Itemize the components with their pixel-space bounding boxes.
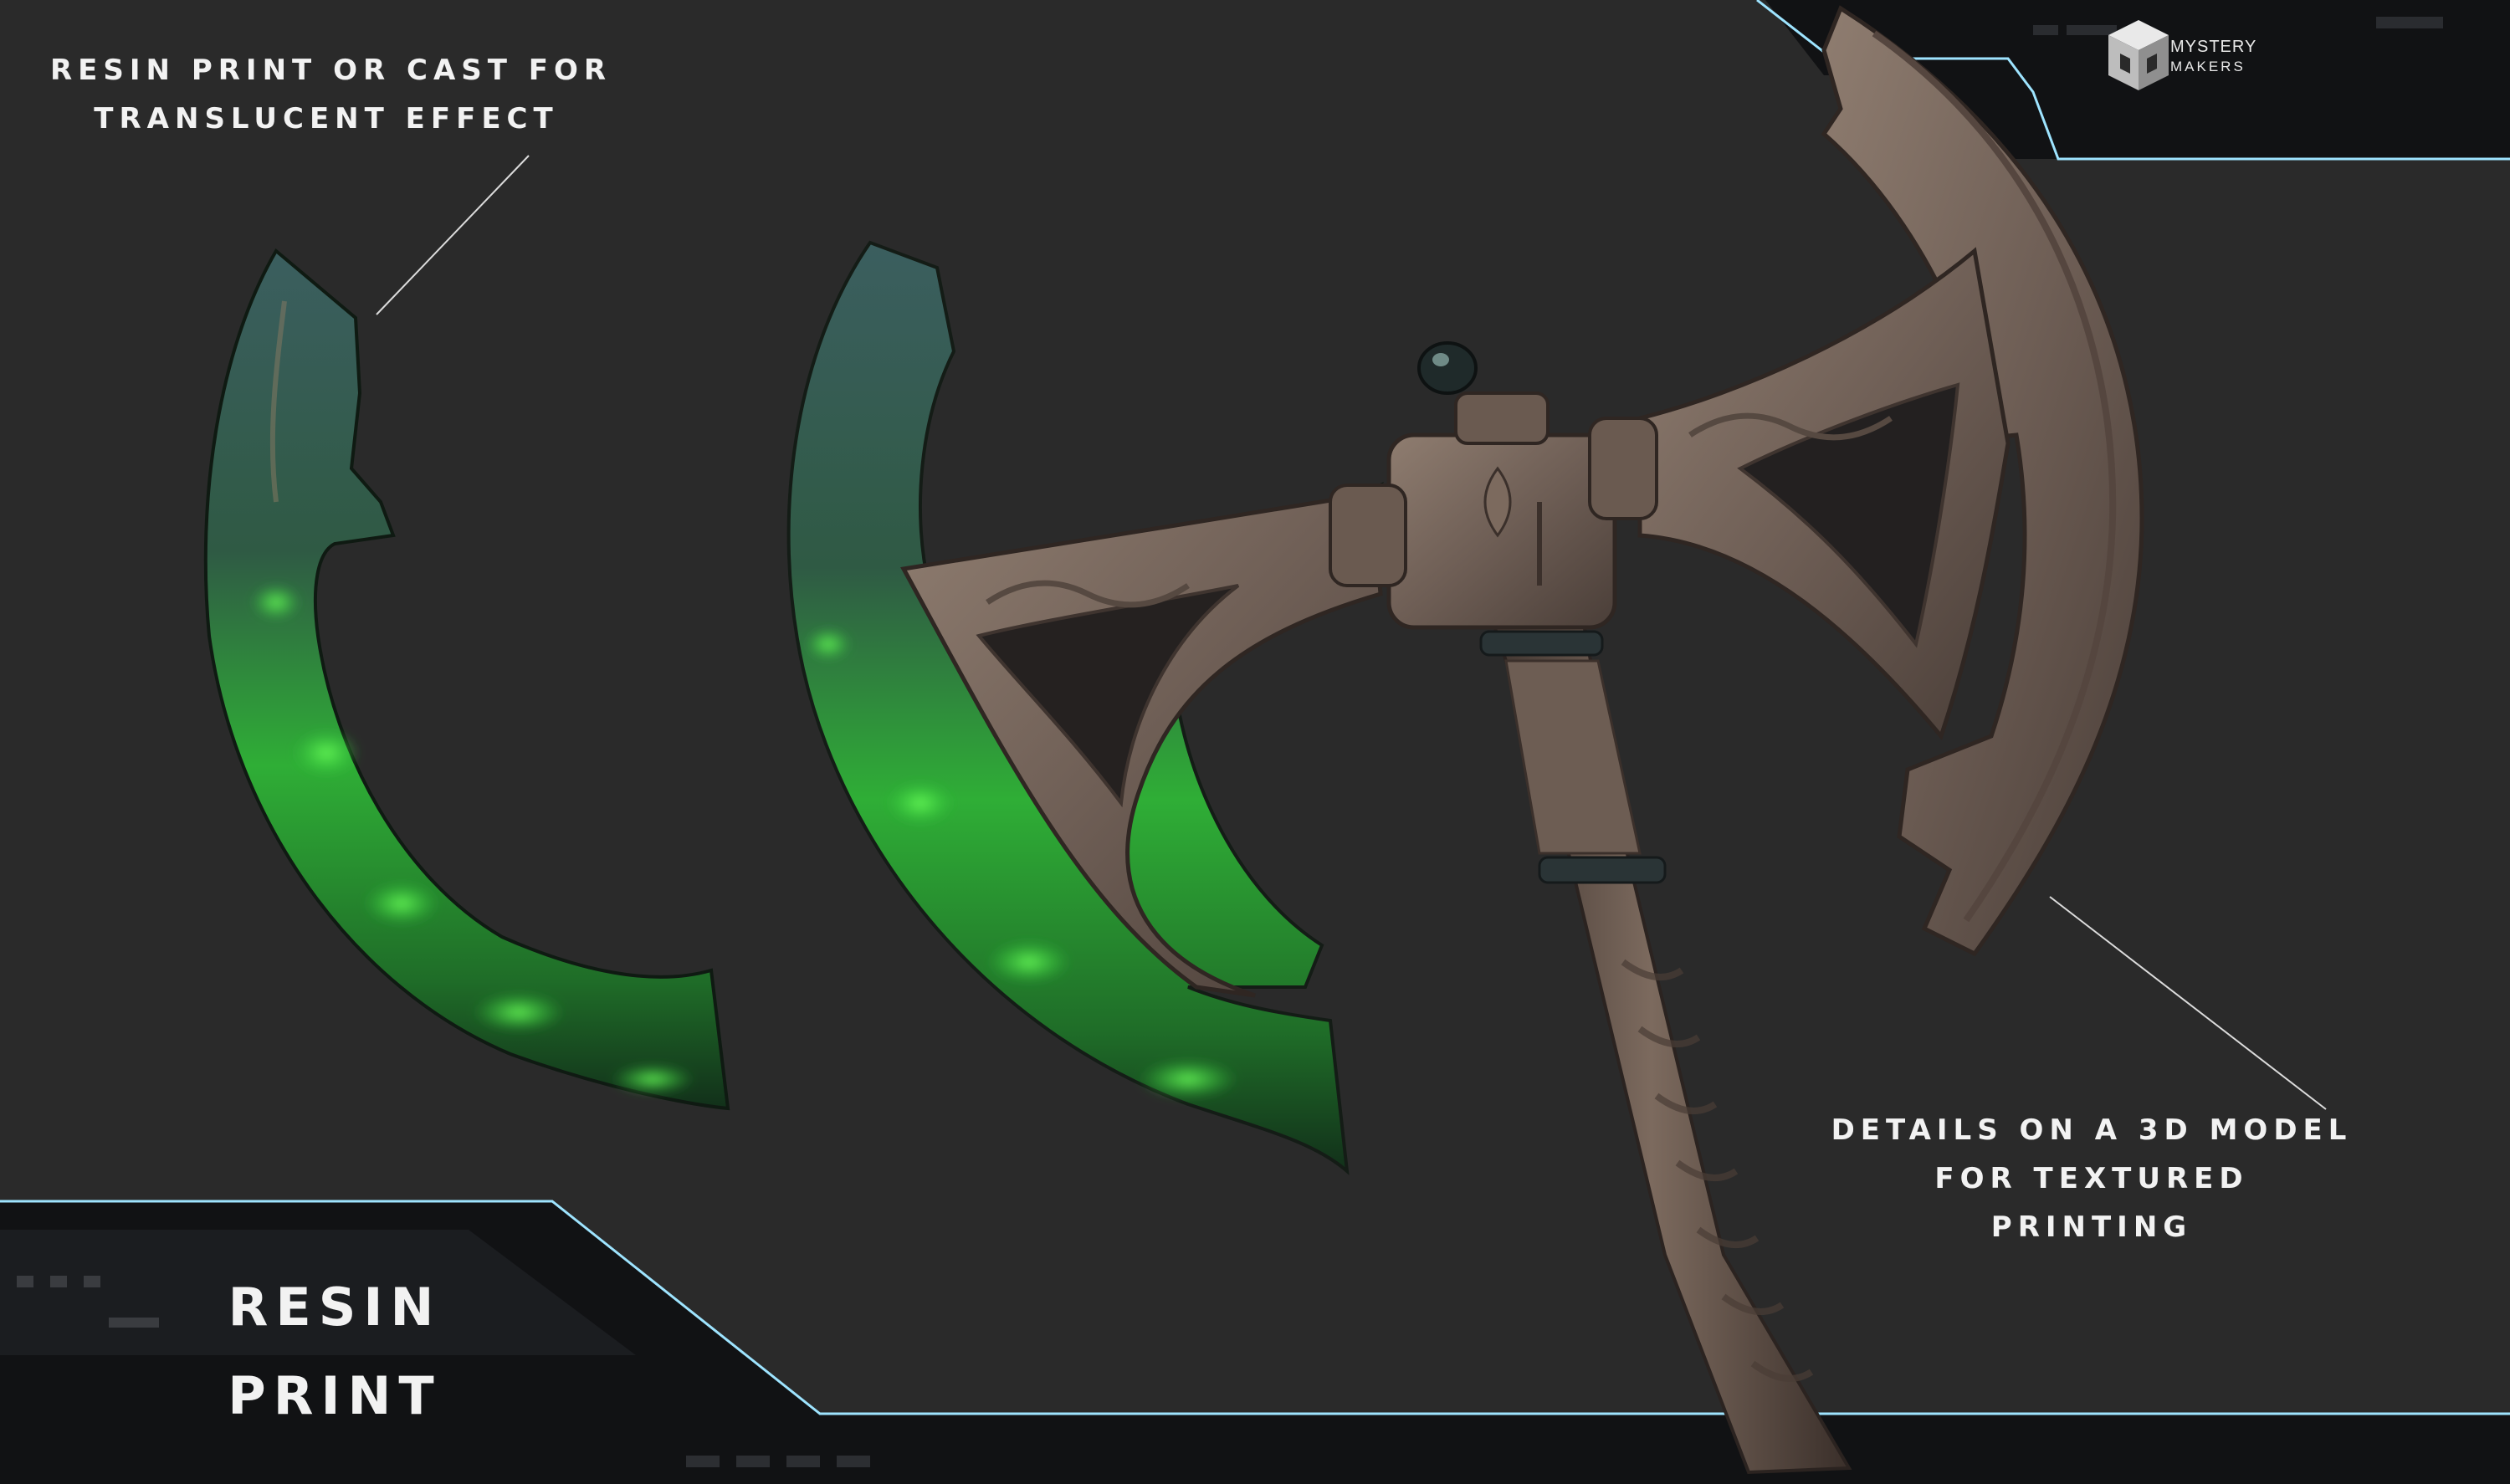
caption-line: TRANSLUCENT EFFECT [94, 102, 559, 136]
axe-model [786, 5, 2144, 1475]
brand-line-2: MAKERS [2170, 59, 2246, 74]
resin-blade-standalone [203, 248, 730, 1111]
leader-line-resin [376, 155, 530, 315]
caption-line: PRINTING [1990, 1210, 2193, 1244]
leader-line-details [2049, 896, 2327, 1110]
brand-logo: MYSTERY MAKERS [2107, 18, 2291, 99]
caption-line: FOR TEXTURED [1934, 1162, 2249, 1195]
caption-line: DETAILS ON A 3D MODEL [1831, 1113, 2353, 1147]
caption-resin-cast: RESIN PRINT OR CAST FOR TRANSLUCENT EFFE… [50, 46, 612, 143]
caption-resin-print: RESIN PRINT [167, 1263, 502, 1441]
caption-details: DETAILS ON A 3D MODEL FOR TEXTURED PRINT… [1824, 1106, 2359, 1251]
caption-line: RESIN [228, 1277, 442, 1338]
caption-line: RESIN PRINT OR CAST FOR [50, 54, 612, 87]
brand-name: MYSTERY MAKERS [2170, 37, 2256, 77]
product-render-scene [0, 0, 2510, 1484]
brand-line-1: MYSTERY [2170, 38, 2257, 56]
caption-line: PRINT [228, 1365, 442, 1426]
